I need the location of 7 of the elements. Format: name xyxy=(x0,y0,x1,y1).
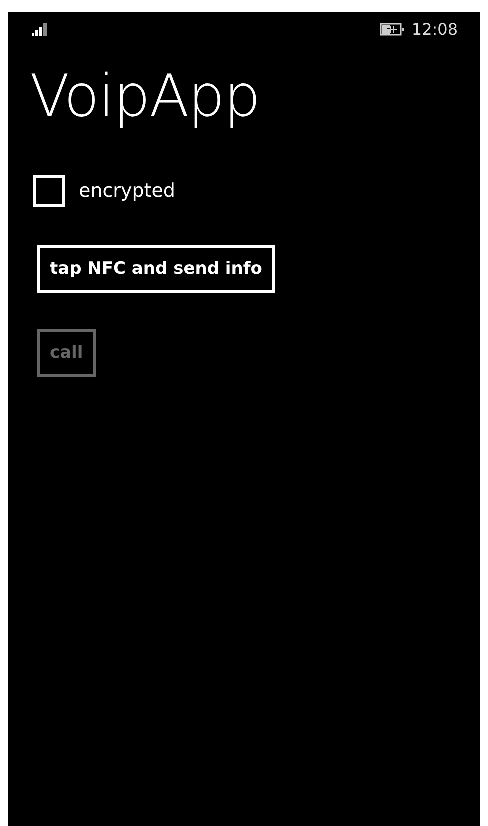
app-title: VoipApp xyxy=(30,61,261,132)
checkbox[interactable] xyxy=(33,175,65,207)
battery-charging-icon xyxy=(380,22,406,36)
signal-icon xyxy=(32,22,48,36)
send-info-button[interactable]: tap NFC and send info xyxy=(37,245,276,293)
checkbox-label: encrypted xyxy=(79,180,176,202)
clock-time: 12:08 xyxy=(412,20,458,38)
